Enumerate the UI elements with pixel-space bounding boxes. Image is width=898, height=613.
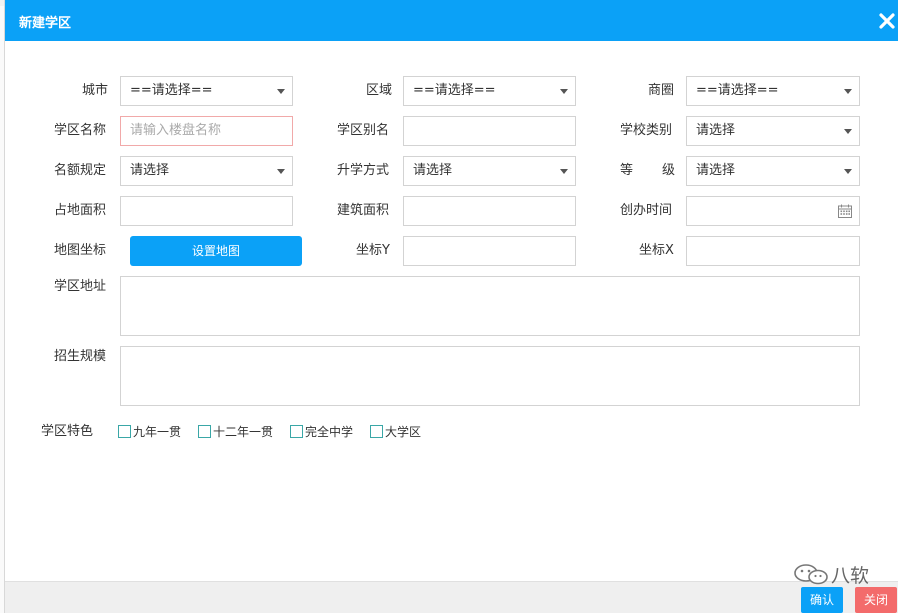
dialog-title: 新建学区	[19, 16, 72, 31]
confirm-button[interactable]: 确认	[801, 587, 843, 613]
feature-checkbox-complete-middle[interactable]	[290, 425, 303, 438]
quota-rule-label: 名额规定	[54, 163, 107, 178]
school-type-select[interactable]: 请选择	[686, 116, 860, 146]
feature-checkbox-large-district[interactable]	[370, 425, 383, 438]
coord-x-input[interactable]	[686, 236, 860, 266]
district-select[interactable]: ==请选择==	[403, 76, 576, 106]
close-icon[interactable]	[877, 11, 897, 31]
city-label: 城市	[82, 83, 109, 98]
land-area-label: 占地面积	[54, 203, 107, 218]
building-area-label: 建筑面积	[337, 203, 390, 218]
grade-select[interactable]: 请选择	[686, 156, 860, 186]
school-district-alias-input[interactable]	[403, 116, 576, 146]
school-type-label: 学校类别	[620, 123, 673, 138]
coord-y-label: 坐标Y	[356, 243, 390, 258]
wechat-watermark-icon	[794, 564, 828, 585]
feature-label-twelve-year: 十二年一贯	[213, 425, 274, 439]
grade-label-first: 等	[620, 163, 634, 178]
watermark-text: 八软	[831, 565, 870, 587]
dialog-titlebar: 新建学区	[5, 0, 898, 41]
building-area-input[interactable]	[403, 196, 576, 226]
land-area-input[interactable]	[120, 196, 293, 226]
school-district-alias-label: 学区别名	[337, 123, 390, 138]
founded-time-input[interactable]	[686, 196, 860, 226]
enrollment-scale-label: 招生规模	[54, 349, 107, 364]
grade-label-second: 级	[662, 163, 676, 178]
address-textarea[interactable]	[120, 276, 860, 336]
enrollment-scale-textarea[interactable]	[120, 346, 860, 406]
new-school-district-dialog: 新建学区 城市 ==请选择== 区域 ==请选择== 商圈 ==请选择== 学区…	[4, 0, 898, 613]
business-circle-label: 商圈	[648, 83, 675, 98]
admission-method-label: 升学方式	[337, 163, 390, 178]
feature-label-complete-middle: 完全中学	[305, 425, 354, 439]
founded-time-label: 创办时间	[620, 203, 673, 218]
district-label: 区域	[366, 83, 393, 98]
set-map-button[interactable]: 设置地图	[130, 236, 302, 266]
features-label: 学区特色	[41, 424, 94, 439]
feature-checkbox-nine-year[interactable]	[118, 425, 131, 438]
admission-method-select[interactable]: 请选择	[403, 156, 576, 186]
dialog-footer	[5, 581, 898, 613]
feature-checkbox-twelve-year[interactable]	[198, 425, 211, 438]
close-button[interactable]: 关闭	[855, 587, 897, 613]
city-select[interactable]: ==请选择==	[120, 76, 293, 106]
school-district-name-input[interactable]: 请输入楼盘名称	[120, 116, 293, 146]
school-district-name-placeholder: 请输入楼盘名称	[130, 123, 222, 138]
quota-rule-select[interactable]: 请选择	[120, 156, 293, 186]
map-coord-label: 地图坐标	[54, 243, 107, 258]
business-circle-select[interactable]: ==请选择==	[686, 76, 860, 106]
school-district-name-label: 学区名称	[54, 123, 107, 138]
feature-label-nine-year: 九年一贯	[133, 425, 182, 439]
coord-y-input[interactable]	[403, 236, 576, 266]
address-label: 学区地址	[54, 279, 107, 294]
calendar-icon[interactable]	[837, 203, 853, 219]
coord-x-label: 坐标X	[639, 243, 674, 258]
feature-label-large-district: 大学区	[385, 425, 422, 439]
